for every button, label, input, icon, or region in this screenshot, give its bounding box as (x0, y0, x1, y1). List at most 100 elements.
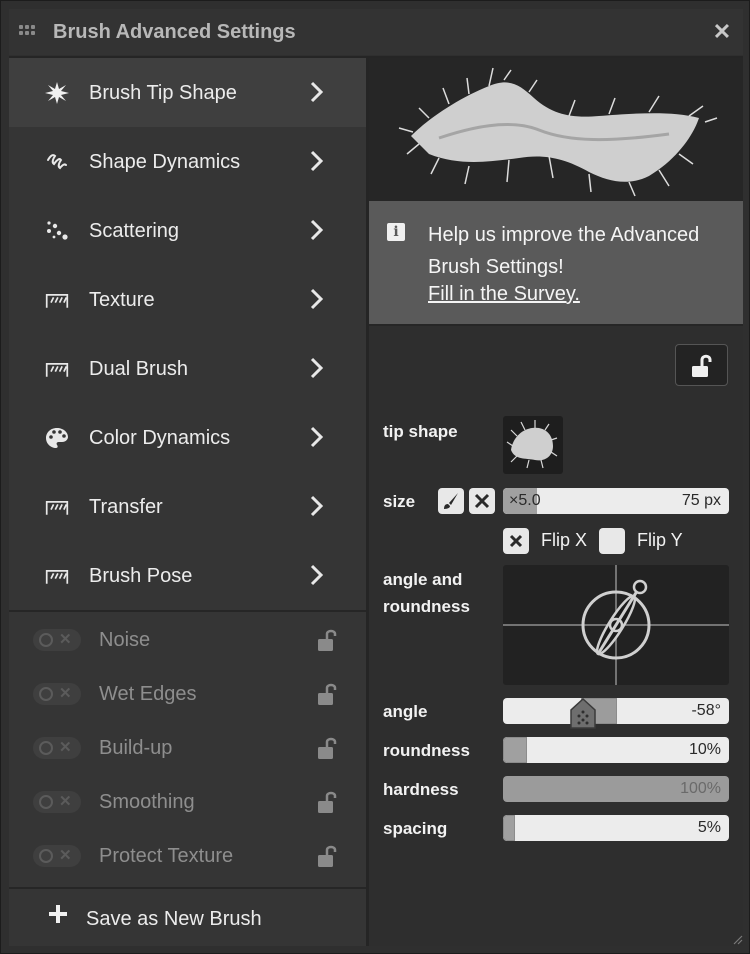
size-label: size (383, 492, 416, 511)
toggle-label: Noise (99, 629, 151, 651)
roundness-slider[interactable]: 10% (503, 737, 729, 763)
menu-item-texture[interactable]: Texture (9, 265, 366, 334)
brush-stroke-preview (369, 58, 743, 201)
unlock-icon[interactable] (316, 735, 340, 761)
menu-item-shape-dynamics[interactable]: Shape Dynamics (9, 127, 366, 196)
toggle-row-wet-edges: ✕ Wet Edges (9, 667, 366, 721)
menu-item-brush-tip-shape[interactable]: Brush Tip Shape (9, 58, 366, 127)
close-icon[interactable]: ✕ (713, 19, 731, 44)
toggle-row-protect-texture: ✕ Protect Texture (9, 829, 366, 883)
flip-x-checkbox[interactable] (503, 528, 529, 554)
spacing-slider[interactable]: 5% (503, 815, 729, 841)
size-value: 75 px (681, 492, 721, 509)
palette-icon (46, 428, 68, 448)
survey-link[interactable]: Fill in the Survey. (428, 283, 580, 306)
chevron-right-icon (310, 357, 324, 379)
chevron-right-icon (310, 81, 324, 103)
toggle-label: Wet Edges (99, 683, 197, 705)
roundness-value: 10% (688, 741, 721, 758)
toggle-row-noise: ✕ Noise (9, 613, 366, 667)
save-label: Save as New Brush (86, 908, 262, 930)
menu-item-label: Color Dynamics (89, 427, 231, 449)
dual-brush-icon (45, 363, 69, 377)
menu-item-brush-pose[interactable]: Brush Pose (9, 541, 366, 610)
size-slider[interactable]: ×5.0 75 px (503, 488, 729, 514)
hardness-slider[interactable]: 100% (503, 776, 729, 802)
angle-roundness-dial (503, 565, 729, 685)
unlock-icon[interactable] (316, 681, 340, 707)
flip-x-label: Flip X (541, 530, 588, 550)
toggle-label: Build-up (99, 737, 173, 759)
noise-toggle[interactable]: ✕ (33, 629, 81, 651)
size-multiplier: ×5.0 (509, 492, 541, 509)
spacing-label: spacing (383, 819, 448, 838)
settings-sidebar: Brush Tip Shape Shape Dynamics Scatterin… (9, 58, 366, 946)
resize-grip-icon[interactable] (731, 933, 743, 945)
chevron-right-icon (310, 219, 324, 241)
smoothing-toggle[interactable]: ✕ (33, 791, 81, 813)
toggle-label: Protect Texture (99, 845, 234, 867)
menu-item-label: Transfer (89, 496, 163, 518)
brush-advanced-settings-panel: Brush Advanced Settings ✕ Brush Tip Shap… (0, 0, 750, 954)
slider-fill (503, 737, 527, 763)
texture-icon (45, 294, 69, 308)
drag-grip-icon[interactable] (19, 25, 35, 37)
close-icon (474, 493, 490, 509)
unlock-icon[interactable] (316, 789, 340, 815)
build-up-toggle[interactable]: ✕ (33, 737, 81, 759)
menu-item-label: Scattering (89, 220, 180, 242)
flip-y-label: Flip Y (637, 530, 683, 550)
hardness-value: 100% (680, 780, 721, 797)
pen-pressure-button[interactable] (438, 488, 464, 514)
hardness-label: hardness (383, 780, 459, 799)
roundness-label: roundness (383, 741, 470, 760)
angle-roundness-label: angle and roundness (383, 570, 470, 616)
toggle-row-build-up: ✕ Build-up (9, 721, 366, 775)
close-button[interactable]: ✕ (709, 17, 735, 47)
chevron-right-icon (310, 495, 324, 517)
save-as-new-brush-button[interactable]: Save as New Brush (9, 889, 366, 946)
tip-shape-thumbnail[interactable] (503, 416, 563, 474)
angle-slider[interactable]: -58° (503, 698, 729, 724)
menu-item-label: Brush Pose (89, 565, 193, 587)
banner-text: Help us improve the Advanced Brush Setti… (428, 224, 700, 278)
chevron-right-icon (310, 288, 324, 310)
menu-item-transfer[interactable]: Transfer (9, 472, 366, 541)
scattering-icon (47, 221, 68, 240)
unlock-icon[interactable] (316, 843, 340, 869)
transfer-icon (45, 501, 69, 515)
reset-size-button[interactable] (469, 488, 495, 514)
brush-settings-panel: i Help us improve the Advanced Brush Set… (369, 58, 743, 946)
spacing-value: 5% (697, 819, 721, 836)
tip-shape-image (506, 420, 558, 469)
unlock-icon (692, 354, 712, 377)
plus-icon (49, 905, 67, 923)
slider-fill (503, 815, 515, 841)
info-icon: i (387, 223, 405, 241)
menu-item-label: Dual Brush (89, 358, 188, 380)
menu-item-scattering[interactable]: Scattering (9, 196, 366, 265)
unlock-icon[interactable] (316, 627, 340, 653)
protect-texture-toggle[interactable]: ✕ (33, 845, 81, 867)
tip-shape-label: tip shape (383, 422, 458, 441)
menu-item-dual-brush[interactable]: Dual Brush (9, 334, 366, 403)
flip-y-checkbox[interactable] (599, 528, 625, 554)
divider (9, 610, 366, 612)
menu-item-color-dynamics[interactable]: Color Dynamics (9, 403, 366, 472)
brush-pose-icon (45, 570, 69, 584)
wet-edges-toggle[interactable]: ✕ (33, 683, 81, 705)
title-bar[interactable]: Brush Advanced Settings ✕ (9, 9, 743, 55)
lock-settings-button[interactable] (675, 344, 728, 386)
chevron-right-icon (310, 150, 324, 172)
brush-icon (444, 493, 458, 509)
angle-label: angle (383, 702, 428, 721)
slider-handle-icon[interactable] (569, 698, 597, 730)
menu-item-label: Brush Tip Shape (89, 82, 237, 104)
divider (369, 324, 743, 326)
toggle-label: Smoothing (99, 791, 195, 813)
window-title: Brush Advanced Settings (53, 21, 296, 43)
angle-value: -58° (691, 702, 721, 719)
angle-roundness-widget[interactable] (503, 565, 729, 685)
shape-dynamics-icon (47, 154, 67, 170)
toggle-row-smoothing: ✕ Smoothing (9, 775, 366, 829)
